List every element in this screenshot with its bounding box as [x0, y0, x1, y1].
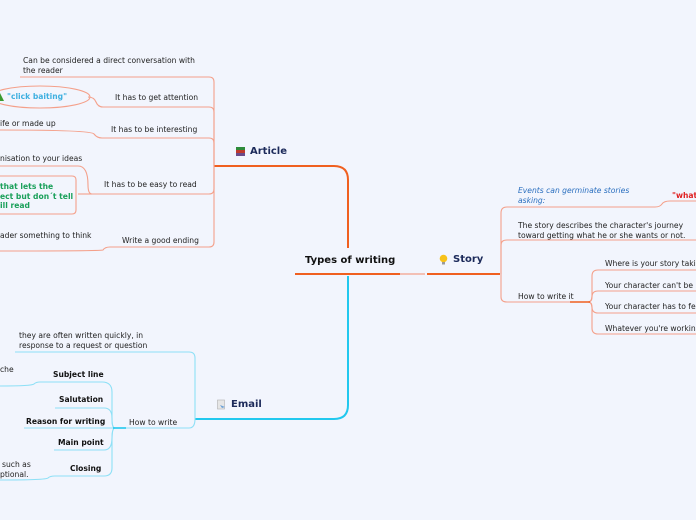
article-item-interesting[interactable]: It has to be interesting: [111, 125, 197, 135]
email-child-reason[interactable]: Reason for writing: [26, 417, 105, 427]
story-child-cant-be[interactable]: Your character can't be pe: [605, 281, 696, 291]
article-item-conversation[interactable]: Can be considered a direct conversation …: [23, 56, 195, 75]
story-item-events[interactable]: Events can germinate stories asking:: [518, 186, 629, 205]
text-line: Can be considered a direct conversation …: [23, 56, 195, 65]
text-line: Events can germinate stories: [518, 186, 630, 195]
article-item-easy-read[interactable]: It has to be easy to read: [104, 180, 197, 190]
text-line: response to a request or question: [19, 340, 148, 350]
text-line: The story describes the character's jour…: [518, 221, 684, 230]
branch-article-label: Article: [250, 146, 288, 157]
text-line: the reader: [23, 65, 63, 75]
email-document-icon: [216, 399, 227, 410]
story-child-feel[interactable]: Your character has to feel: [605, 302, 696, 312]
text-line: toward getting what he or she wants or n…: [518, 230, 686, 240]
email-child-subject-line[interactable]: Subject line: [53, 370, 104, 380]
branch-email-label: Email: [231, 399, 262, 410]
article-subconnectors: [0, 76, 215, 252]
branch-email[interactable]: Email: [216, 399, 262, 410]
text-line: such as: [2, 460, 31, 469]
connector-root-email: [270, 276, 349, 420]
story-child-working[interactable]: Whatever you're working: [605, 324, 696, 334]
story-item-journey[interactable]: The story describes the character's jour…: [518, 221, 685, 240]
article-child-made-up[interactable]: ife or made up: [0, 119, 56, 129]
article-child-lets-the[interactable]: that lets the ect but don´t tell ill rea…: [0, 182, 73, 211]
books-icon: [235, 146, 246, 157]
article-item-attention[interactable]: It has to get attention: [115, 93, 198, 103]
article-child-click-baiting[interactable]: "click baiting": [0, 92, 68, 102]
lightbulb-icon: [438, 254, 449, 265]
article-child-think[interactable]: ader something to think: [0, 231, 91, 241]
text-line: ect but don´t tell: [0, 191, 74, 201]
email-child-main-point[interactable]: Main point: [58, 438, 104, 448]
email-item-quickly[interactable]: they are often written quickly, in respo…: [19, 331, 147, 350]
article-item-good-ending[interactable]: Write a good ending: [122, 236, 199, 246]
text-line: ptional.: [0, 469, 29, 479]
email-child-salutation[interactable]: Salutation: [59, 395, 103, 405]
email-grandchild-che[interactable]: che: [0, 365, 14, 375]
article-child-organisation[interactable]: nisation to your ideas: [0, 154, 82, 164]
story-child-what[interactable]: "what: [672, 191, 696, 201]
root-node[interactable]: Types of writing: [305, 255, 395, 266]
text-line: that lets the: [0, 182, 54, 191]
email-child-closing[interactable]: Closing: [70, 464, 101, 474]
tree-icon: [0, 92, 4, 101]
branch-article[interactable]: Article: [235, 146, 287, 157]
connector-root-article: [297, 165, 349, 248]
story-child-where[interactable]: Where is your story taking: [605, 259, 696, 269]
click-baiting-label: "click baiting": [7, 92, 68, 101]
branch-story-label: Story: [453, 254, 484, 265]
text-line: asking:: [518, 195, 546, 205]
email-grandchild-optional[interactable]: such as ptional.: [0, 460, 31, 479]
text-line: they are often written quickly, in: [19, 331, 144, 340]
branch-story[interactable]: Story: [438, 254, 483, 265]
text-line: ill read: [0, 201, 30, 210]
story-item-how-to-write[interactable]: How to write it: [518, 292, 574, 302]
email-item-how-to-write[interactable]: How to write: [129, 418, 177, 428]
